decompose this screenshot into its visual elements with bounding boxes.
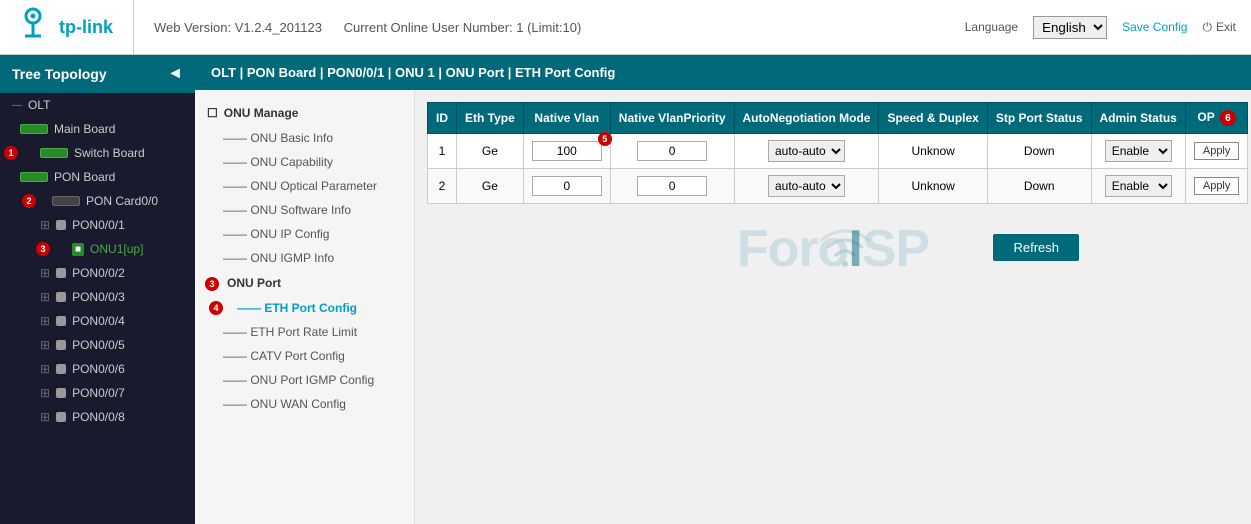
pon-board-icon (20, 172, 48, 182)
cell-id-2: 2 (428, 169, 457, 204)
vlan-priority-input-2[interactable] (637, 176, 707, 196)
native-vlan-input-1[interactable] (532, 141, 602, 161)
sidebar-item-pon004[interactable]: ⊞ PON0/0/4 (0, 309, 195, 333)
cell-op-2[interactable]: Apply (1185, 169, 1248, 204)
sidebar-item-pon-card[interactable]: 2 PON Card0/0 (0, 189, 195, 213)
sidebar-item-pon002[interactable]: ⊞ PON0/0/2 (0, 261, 195, 285)
nav-item-catv-port-config[interactable]: —— CATV Port Config (195, 344, 414, 368)
sidebar-item-pon003[interactable]: ⊞ PON0/0/3 (0, 285, 195, 309)
vlan-priority-input-1[interactable] (637, 141, 707, 161)
power-icon: ⏻ (1202, 20, 1212, 35)
nav-group-onu-port[interactable]: 3 ONU Port (195, 270, 414, 296)
nav-item-eth-port-rate-limit[interactable]: —— ETH Port Rate Limit (195, 320, 414, 344)
th-stp-status: Stp Port Status (987, 103, 1091, 134)
nav-item-eth-port-config[interactable]: 4 —— ETH Port Config (195, 296, 414, 320)
cell-id-1: 1 (428, 134, 457, 169)
cell-stp-status-2: Down (987, 169, 1091, 204)
nav-item-onu-basic-info[interactable]: —— ONU Basic Info (195, 126, 414, 150)
th-speed-duplex: Speed & Duplex (879, 103, 987, 134)
sidebar: Tree Topology ◄ — OLT Main Board 1 Switc… (0, 55, 195, 524)
th-auto-negotiation: AutoNegotiation Mode (734, 103, 879, 134)
th-native-vlan-priority: Native VlanPriority (610, 103, 734, 134)
sidebar-item-pon008[interactable]: ⊞ PON0/0/8 (0, 405, 195, 429)
nav-item-onu-capability[interactable]: —— ONU Capability (195, 150, 414, 174)
pon-card-icon (52, 196, 80, 206)
logo-area: tp-link (15, 0, 134, 54)
native-vlan-input-2[interactable] (532, 176, 602, 196)
sidebar-item-onu1[interactable]: 3 ■ ONU1[up] (0, 237, 195, 261)
logo-text: tp-link (59, 17, 113, 38)
main-content: ID Eth Type Native Vlan Native VlanPrior… (415, 90, 1251, 524)
breadcrumb: OLT | PON Board | PON0/0/1 | ONU 1 | ONU… (195, 55, 1251, 90)
cell-eth-type-2: Ge (457, 169, 524, 204)
switch-board-icon (40, 148, 68, 158)
admin-status-select-2[interactable]: Enable Disable (1105, 175, 1172, 197)
nav-panel: ☐ ONU Manage —— ONU Basic Info —— ONU Ca… (195, 90, 415, 524)
auto-neg-select-1[interactable]: auto-auto (768, 140, 845, 162)
th-eth-type: Eth Type (457, 103, 524, 134)
watermark-area: ForoISP Refresh (427, 214, 1239, 334)
language-label: Language (965, 20, 1018, 34)
exit-button[interactable]: ⏻ Exit (1202, 20, 1236, 35)
nav-item-onu-igmp-info[interactable]: —— ONU IGMP Info (195, 246, 414, 270)
foro-watermark-text: ForoISP (737, 219, 929, 279)
content-area: OLT | PON Board | PON0/0/1 | ONU 1 | ONU… (195, 55, 1251, 524)
nav-item-onu-ip-config[interactable]: —— ONU IP Config (195, 222, 414, 246)
table-row: 2 Ge auto-auto (428, 169, 1248, 204)
nav-item-onu-wan-config[interactable]: —— ONU WAN Config (195, 392, 414, 416)
apply-button-1[interactable]: Apply (1194, 142, 1240, 160)
cell-vlan-priority-2[interactable] (610, 169, 734, 204)
cell-speed-duplex-1: Unknow (879, 134, 987, 169)
cell-auto-neg-1[interactable]: auto-auto (734, 134, 879, 169)
cell-stp-status-1: Down (987, 134, 1091, 169)
port-icon (56, 220, 66, 230)
th-op: OP 6 (1185, 103, 1248, 134)
cell-native-vlan-1[interactable]: 5 (523, 134, 610, 169)
cell-admin-status-1[interactable]: Enable Disable (1091, 134, 1185, 169)
eth-port-config-table: ID Eth Type Native Vlan Native VlanPrior… (427, 102, 1248, 204)
cell-eth-type-1: Ge (457, 134, 524, 169)
header-info: Web Version: V1.2.4_201123 Current Onlin… (154, 20, 945, 35)
cell-native-vlan-2[interactable] (523, 169, 610, 204)
sidebar-item-pon005[interactable]: ⊞ PON0/0/5 (0, 333, 195, 357)
th-admin-status: Admin Status (1091, 103, 1185, 134)
sidebar-item-pon001[interactable]: ⊞ PON0/0/1 (0, 213, 195, 237)
online-users: Current Online User Number: 1 (Limit:10) (344, 20, 582, 35)
sidebar-item-olt[interactable]: — OLT (0, 93, 195, 117)
board-icon (20, 124, 48, 134)
sidebar-title[interactable]: Tree Topology ◄ (0, 55, 195, 93)
nav-item-onu-software-info[interactable]: —— ONU Software Info (195, 198, 414, 222)
sidebar-item-pon006[interactable]: ⊞ PON0/0/6 (0, 357, 195, 381)
nav-item-onu-optical-parameter[interactable]: —— ONU Optical Parameter (195, 174, 414, 198)
middle-layout: ☐ ONU Manage —— ONU Basic Info —— ONU Ca… (195, 90, 1251, 524)
apply-button-2[interactable]: Apply (1194, 177, 1240, 195)
sidebar-item-pon-board[interactable]: PON Board (0, 165, 195, 189)
language-select[interactable]: English (1033, 16, 1107, 39)
sidebar-item-pon007[interactable]: ⊞ PON0/0/7 (0, 381, 195, 405)
tp-link-logo-icon (15, 6, 51, 49)
web-version: Web Version: V1.2.4_201123 (154, 20, 322, 35)
refresh-button[interactable]: Refresh (993, 234, 1079, 261)
cell-admin-status-2[interactable]: Enable Disable (1091, 169, 1185, 204)
th-native-vlan: Native Vlan (523, 103, 610, 134)
cell-auto-neg-2[interactable]: auto-auto (734, 169, 879, 204)
nav-item-onu-port-igmp-config[interactable]: —— ONU Port IGMP Config (195, 368, 414, 392)
admin-status-select-1[interactable]: Enable Disable (1105, 140, 1172, 162)
nav-section-onu-manage: ☐ ONU Manage (195, 100, 414, 126)
header: tp-link Web Version: V1.2.4_201123 Curre… (0, 0, 1251, 55)
auto-neg-select-2[interactable]: auto-auto (768, 175, 845, 197)
save-config-link[interactable]: Save Config (1122, 20, 1187, 34)
sidebar-item-main-board[interactable]: Main Board (0, 117, 195, 141)
header-right: Language English Save Config ⏻ Exit (965, 16, 1236, 39)
cell-op-1[interactable]: Apply (1185, 134, 1248, 169)
cell-speed-duplex-2: Unknow (879, 169, 987, 204)
main-layout: Tree Topology ◄ — OLT Main Board 1 Switc… (0, 55, 1251, 524)
sidebar-collapse-icon: ◄ (167, 65, 183, 83)
cell-vlan-priority-1[interactable] (610, 134, 734, 169)
table-row: 1 Ge 5 auto-auto (428, 134, 1248, 169)
th-id: ID (428, 103, 457, 134)
sidebar-item-switch-board[interactable]: 1 Switch Board (0, 141, 195, 165)
